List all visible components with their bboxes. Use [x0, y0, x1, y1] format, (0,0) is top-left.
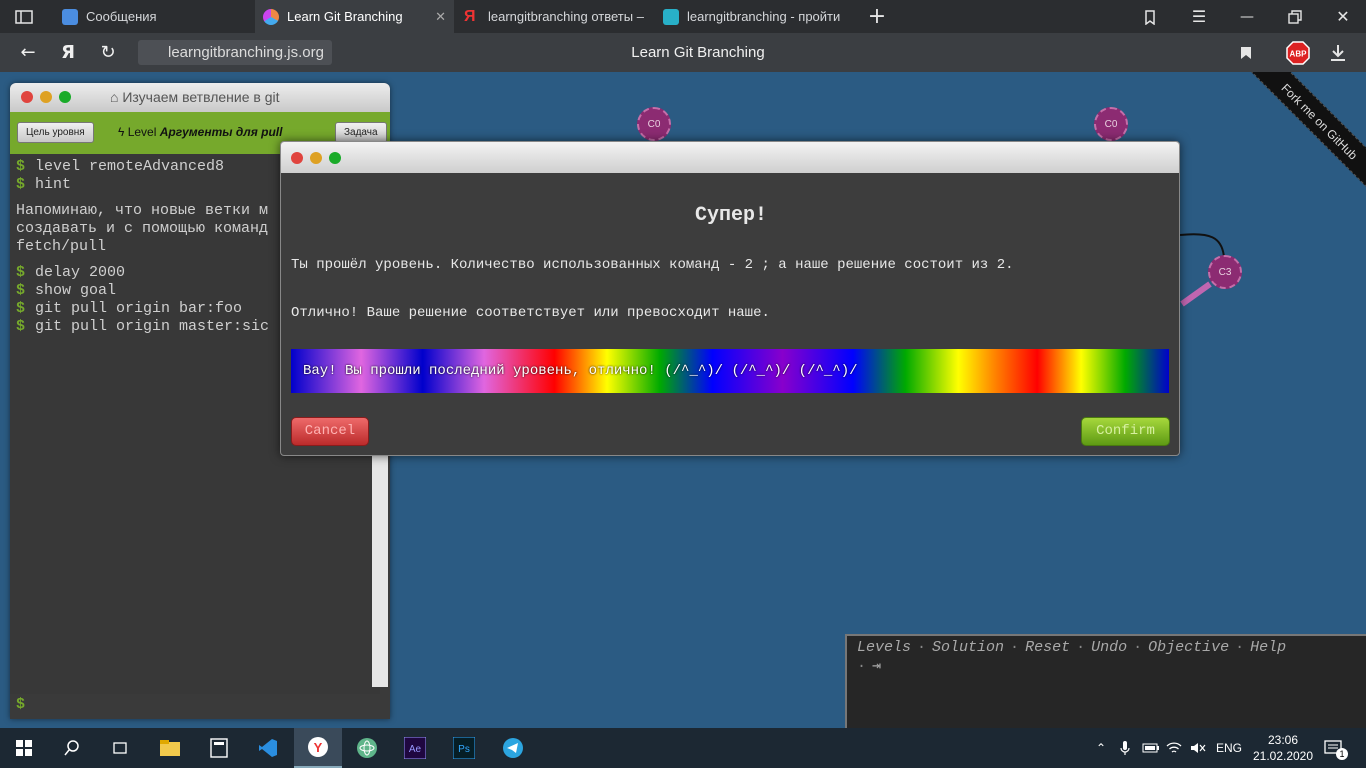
calculator-icon[interactable]	[195, 728, 243, 768]
adblock-icon[interactable]: ABP	[1282, 33, 1314, 72]
windows-taskbar: Y Ae Ps ⌃ ENG 23:06 21.02.2020 1	[0, 728, 1366, 768]
tab-label: Сообщения	[86, 9, 157, 24]
reset-link[interactable]: Reset	[1025, 639, 1070, 656]
maximize-dot-icon[interactable]	[59, 91, 71, 103]
close-tab-icon[interactable]: ✕	[435, 9, 446, 25]
telegram-icon[interactable]	[489, 728, 537, 768]
chat-icon	[62, 8, 78, 25]
sidebar-toggle-icon[interactable]	[0, 0, 48, 33]
git-icon	[263, 8, 279, 25]
download-icon[interactable]	[1322, 33, 1354, 72]
clock-time: 23:06	[1267, 733, 1299, 747]
tab-search-answers[interactable]: Я learngitbranching ответы –	[456, 0, 653, 33]
svg-text:Ps: Ps	[458, 744, 470, 755]
page-title: Learn Git Branching	[631, 44, 765, 61]
minimize-dot-icon[interactable]	[40, 91, 52, 103]
microphone-icon[interactable]	[1120, 728, 1130, 768]
close-dot-icon[interactable]	[291, 152, 303, 164]
bookmarks-icon[interactable]	[1134, 0, 1168, 33]
site-icon	[663, 8, 679, 25]
minimize-dot-icon[interactable]	[310, 152, 322, 164]
page-content: C0 C0 C3 Fork me on GitHub ⌂ Изучаем вет…	[0, 72, 1366, 728]
commit-node[interactable]: C0	[637, 107, 671, 141]
commit-node[interactable]: C3	[1208, 255, 1242, 289]
tab-label: Learn Git Branching	[287, 9, 403, 24]
final-level-banner: Вау! Вы прошли последний уровень, отличн…	[291, 349, 1169, 393]
svg-text:Y: Y	[314, 740, 323, 755]
battery-icon[interactable]	[1142, 728, 1160, 768]
result-verdict: Отлично! Ваше решение соответствует или …	[291, 305, 770, 321]
terminal-titlebar: ⌂ Изучаем ветвление в git	[10, 83, 390, 112]
new-tab-icon[interactable]: +	[860, 0, 894, 33]
task-button[interactable]: Задача	[335, 122, 387, 143]
objective-link[interactable]: Objective	[1148, 639, 1229, 656]
clock-date: 21.02.2020	[1252, 749, 1314, 763]
back-arrow-icon[interactable]: ←	[12, 33, 44, 72]
help-link[interactable]: Help	[1250, 639, 1286, 656]
solution-link[interactable]: Solution	[932, 639, 1004, 656]
show-hidden-icons[interactable]: ⌃	[1096, 728, 1106, 768]
bookmark-flag-icon[interactable]	[1230, 33, 1262, 72]
windows-start-icon[interactable]	[0, 728, 48, 768]
wifi-icon[interactable]	[1166, 728, 1182, 768]
command-panel: Levels · Solution · Reset · Undo · Objective · Hel…	[845, 634, 1366, 728]
yandex-browser-icon[interactable]: Y	[294, 728, 342, 768]
level-goal-button[interactable]: Цель уровня	[17, 122, 94, 143]
exit-icon[interactable]: ⇥	[872, 658, 881, 675]
result-summary: Ты прошёл уровень. Количество использова…	[291, 257, 1014, 273]
confirm-button[interactable]: Confirm	[1081, 417, 1170, 446]
after-effects-icon[interactable]: Ae	[391, 728, 439, 768]
close-dot-icon[interactable]	[21, 91, 33, 103]
restore-icon[interactable]	[1278, 0, 1312, 33]
lightning-icon: ϟ	[118, 125, 128, 139]
dialog-heading: Супер!	[694, 204, 767, 227]
commit-node[interactable]: C0	[1094, 107, 1128, 141]
task-view-icon[interactable]	[96, 728, 144, 768]
vscode-icon[interactable]	[244, 728, 292, 768]
tab-learngitbranching-walkthrough[interactable]: learngitbranching - пройти	[655, 0, 845, 33]
address-bar: ← Я ↻ learngitbranching.js.org Learn Git…	[0, 33, 1366, 72]
file-explorer-icon[interactable]	[146, 728, 194, 768]
undo-link[interactable]: Undo	[1091, 639, 1127, 656]
notifications-icon[interactable]: 1	[1324, 728, 1348, 768]
home-icon: ⌂	[110, 89, 123, 105]
yandex-icon: Я	[464, 7, 476, 25]
levels-link[interactable]: Levels	[857, 639, 911, 656]
atom-icon[interactable]	[343, 728, 391, 768]
level-label: ϟ Level Аргументы для pull	[118, 125, 283, 139]
yandex-logo-icon[interactable]: Я	[52, 33, 84, 72]
browser-tab-bar: Сообщения Learn Git Branching ✕ Я learng…	[0, 0, 1366, 33]
search-icon[interactable]	[48, 728, 96, 768]
reload-icon[interactable]: ↻	[92, 33, 124, 72]
menu-icon[interactable]: ☰	[1182, 0, 1216, 33]
cancel-button[interactable]: Cancel	[291, 417, 369, 446]
volume-muted-icon[interactable]	[1190, 728, 1206, 768]
clock[interactable]: 23:06 21.02.2020	[1252, 728, 1314, 768]
level-complete-dialog: Супер! Ты прошёл уровень. Количество исп…	[280, 141, 1180, 456]
notification-count: 1	[1336, 748, 1348, 760]
maximize-dot-icon[interactable]	[329, 152, 341, 164]
svg-text:ABP: ABP	[1290, 49, 1308, 58]
tab-label: learngitbranching ответы –	[488, 9, 644, 24]
tab-label: learngitbranching - пройти	[687, 9, 841, 24]
svg-text:Ae: Ae	[409, 744, 422, 755]
input-language[interactable]: ENG	[1216, 728, 1242, 768]
terminal-input[interactable]: $	[10, 694, 390, 719]
tab-learn-git-branching[interactable]: Learn Git Branching ✕	[255, 0, 454, 33]
minimize-icon[interactable]: —	[1230, 0, 1264, 33]
url-field[interactable]: learngitbranching.js.org	[138, 40, 332, 65]
dialog-titlebar	[281, 142, 1179, 173]
photoshop-icon[interactable]: Ps	[440, 728, 488, 768]
close-window-icon[interactable]: ✕	[1326, 0, 1360, 33]
terminal-title: ⌂ Изучаем ветвление в git	[110, 89, 280, 105]
tab-messages[interactable]: Сообщения	[54, 0, 254, 33]
